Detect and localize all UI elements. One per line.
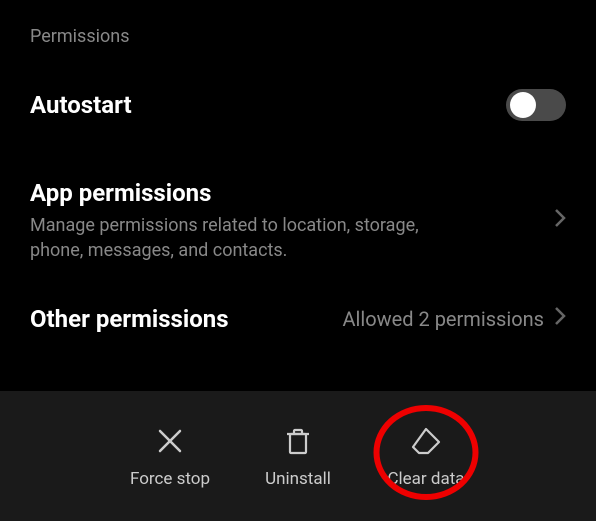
bottom-action-bar: Force stop Uninstall Clear data: [0, 391, 596, 521]
force-stop-label: Force stop: [130, 469, 210, 489]
toggle-knob: [510, 92, 536, 118]
force-stop-button[interactable]: Force stop: [122, 423, 218, 489]
trash-icon: [284, 423, 312, 459]
uninstall-button[interactable]: Uninstall: [250, 423, 346, 489]
row-autostart[interactable]: Autostart: [30, 75, 566, 135]
eraser-icon: [409, 423, 443, 459]
clear-data-button[interactable]: Clear data: [378, 423, 474, 489]
settings-content: Permissions Autostart App permissions Ma…: [0, 0, 596, 347]
section-header-permissions: Permissions: [30, 26, 566, 47]
row-app-permissions[interactable]: App permissions Manage permissions relat…: [30, 165, 566, 277]
chevron-right-icon: [554, 208, 566, 234]
app-permissions-subtitle: Manage permissions related to location, …: [30, 213, 470, 263]
chevron-right-icon: [554, 306, 566, 332]
uninstall-label: Uninstall: [265, 469, 331, 489]
clear-data-label: Clear data: [387, 469, 464, 489]
other-permissions-title: Other permissions: [30, 305, 342, 333]
autostart-toggle[interactable]: [506, 89, 566, 121]
other-permissions-value: Allowed 2 permissions: [342, 307, 544, 331]
autostart-title: Autostart: [30, 91, 506, 119]
row-other-permissions[interactable]: Other permissions Allowed 2 permissions: [30, 291, 566, 347]
app-permissions-title: App permissions: [30, 179, 554, 207]
close-icon: [156, 423, 184, 459]
